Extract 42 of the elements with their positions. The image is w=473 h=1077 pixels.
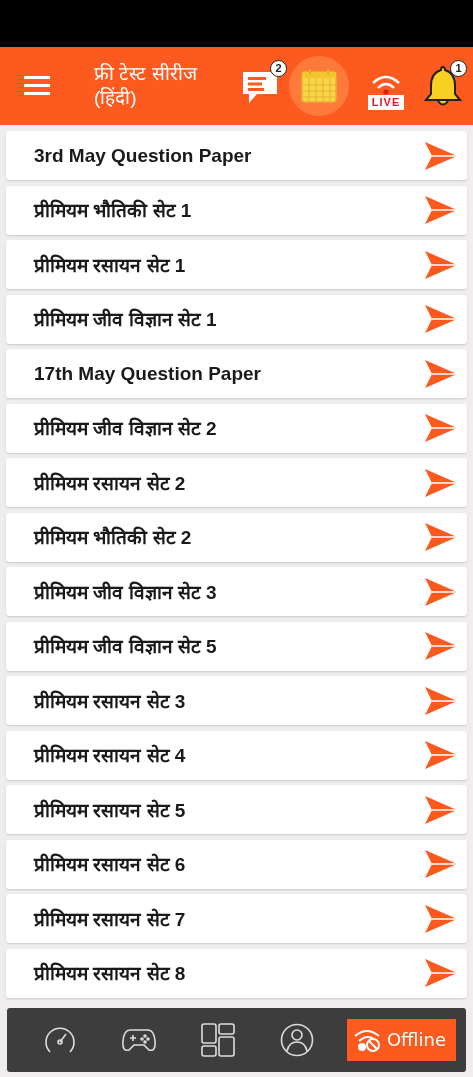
- send-icon: [425, 141, 457, 170]
- bell-icon[interactable]: [424, 64, 462, 108]
- paper-item[interactable]: प्रीमियम रसायन सेट 5: [6, 785, 467, 834]
- gamepad-icon: [122, 1026, 157, 1053]
- paper-item[interactable]: प्रीमियम रसायन सेट 1: [6, 240, 467, 289]
- send-icon: [425, 468, 457, 497]
- dashboard-icon: [201, 1022, 236, 1057]
- paper-item[interactable]: 17th May Question Paper: [6, 349, 467, 398]
- profile-icon: [280, 1022, 315, 1057]
- live-label[interactable]: LIVE: [367, 95, 405, 110]
- paper-item[interactable]: प्रीमियम भौतिकी सेट 2: [6, 512, 467, 562]
- paper-item[interactable]: प्रीमियम रसायन सेट 3: [6, 676, 467, 725]
- send-icon: [425, 632, 457, 660]
- app-title: फ्री टेस्ट सीरीज: [94, 62, 199, 86]
- send-icon: [425, 359, 457, 388]
- app-subtitle: (हिंदी): [94, 86, 138, 110]
- paper-item[interactable]: 3rd May Question Paper: [6, 131, 467, 180]
- send-icon: [425, 305, 457, 333]
- send-icon: [425, 795, 457, 824]
- send-icon: [425, 904, 457, 933]
- paper-item[interactable]: प्रीमियम रसायन सेट 7: [6, 894, 467, 943]
- send-icon: [425, 850, 457, 878]
- paper-item[interactable]: प्रीमियम जीव विज्ञान सेट 2: [6, 403, 467, 453]
- message-count: 2: [270, 60, 287, 77]
- paper-item[interactable]: प्रीमियम जीव विज्ञान सेट 3: [6, 567, 467, 616]
- send-icon: [425, 741, 457, 769]
- signal-icon: [371, 73, 401, 95]
- send-icon: [425, 196, 457, 224]
- notification-count: 1: [450, 60, 467, 77]
- send-icon: [425, 414, 457, 442]
- paper-item[interactable]: प्रीमियम रसायन सेट 4: [6, 730, 467, 780]
- send-icon: [425, 523, 457, 551]
- paper-item[interactable]: प्रीमियम रसायन सेट 2: [6, 458, 467, 507]
- send-icon: [425, 577, 457, 606]
- send-icon: [425, 686, 457, 715]
- paper-item[interactable]: प्रीमियम रसायन सेट 6: [6, 839, 467, 889]
- paper-item[interactable]: प्रीमियम जीव विज्ञान सेट 1: [6, 294, 467, 344]
- send-icon: [425, 959, 457, 987]
- paper-item[interactable]: प्रीमियम रसायन सेट 8: [6, 948, 467, 998]
- paper-item[interactable]: प्रीमियम जीव विज्ञान सेट 5: [6, 621, 467, 671]
- paper-item[interactable]: प्रीमियम भौतिकी सेट 1: [6, 185, 467, 235]
- send-icon: [425, 250, 457, 279]
